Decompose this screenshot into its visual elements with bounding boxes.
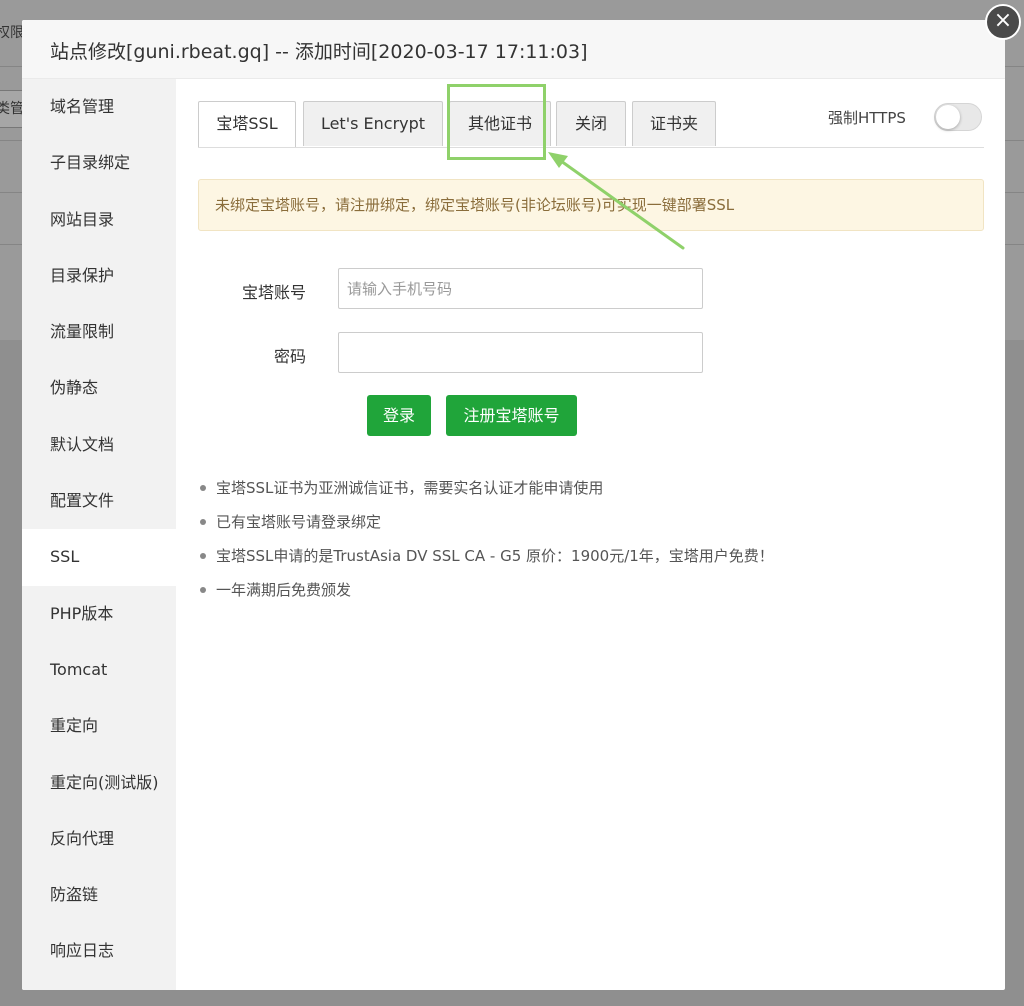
sidebar-item[interactable]: 网站目录	[22, 192, 176, 248]
tab-lets-encrypt[interactable]: Let's Encrypt	[303, 101, 443, 146]
sidebar-item[interactable]: 防盗链	[22, 867, 176, 923]
dialog-header: 站点修改[guni.rbeat.gq] -- 添加时间[2020-03-17 1…	[22, 20, 1005, 79]
background-text: 类管	[0, 101, 24, 117]
list-item: 已有宝塔账号请登录绑定	[198, 505, 978, 539]
sidebar-item[interactable]: SSL	[22, 529, 176, 586]
toggle-knob	[936, 105, 960, 129]
list-item: 宝塔SSL证书为亚洲诚信证书，需要实名认证才能申请使用	[198, 471, 978, 505]
close-icon: ×	[993, 8, 1013, 33]
ssl-info-list: 宝塔SSL证书为亚洲诚信证书，需要实名认证才能申请使用 已有宝塔账号请登录绑定 …	[198, 471, 978, 607]
sidebar-item[interactable]: 流量限制	[22, 304, 176, 360]
list-item: 一年满期后免费颁发	[198, 573, 978, 607]
sidebar-item[interactable]: 域名管理	[22, 79, 176, 135]
site-settings-dialog: 站点修改[guni.rbeat.gq] -- 添加时间[2020-03-17 1…	[22, 20, 1005, 990]
tab-certificate-folder[interactable]: 证书夹	[632, 101, 716, 146]
account-input[interactable]	[338, 268, 703, 309]
register-account-button[interactable]: 注册宝塔账号	[446, 395, 577, 436]
dialog-title: 站点修改[guni.rbeat.gq] -- 添加时间[2020-03-17 1…	[50, 41, 588, 63]
password-input[interactable]	[338, 332, 703, 373]
password-label: 密码	[273, 347, 306, 366]
login-button[interactable]: 登录	[367, 395, 431, 436]
sidebar-item[interactable]: 配置文件	[22, 473, 176, 529]
settings-sidebar: 域名管理 子目录绑定 网站目录 目录保护 流量限制 伪静态 默认文档 配置文件 SSL PHP版本…	[22, 79, 176, 990]
sidebar-item[interactable]: 目录保护	[22, 248, 176, 304]
sidebar-item[interactable]: 子目录绑定	[22, 135, 176, 191]
force-https-label: 强制HTTPS	[828, 109, 906, 127]
sidebar-item[interactable]: 重定向(测试版)	[22, 755, 176, 811]
sidebar-item[interactable]: PHP版本	[22, 586, 176, 642]
unbound-account-notice: 未绑定宝塔账号，请注册绑定，绑定宝塔账号(非论坛账号)可实现一键部署SSL	[198, 179, 984, 231]
tab-other-certificate[interactable]: 其他证书	[449, 101, 551, 146]
close-dialog-button[interactable]: ×	[985, 4, 1021, 40]
sidebar-item[interactable]: 伪静态	[22, 360, 176, 416]
sidebar-item[interactable]: 响应日志	[22, 923, 176, 979]
ssl-panel: 宝塔SSL Let's Encrypt 其他证书 关闭 证书夹 强制HTTPS …	[176, 79, 1005, 990]
list-item: 宝塔SSL申请的是TrustAsia DV SSL CA - G5 原价：190…	[198, 539, 978, 573]
sidebar-item[interactable]: 反向代理	[22, 811, 176, 867]
tab-baota-ssl[interactable]: 宝塔SSL	[198, 101, 296, 147]
background-text: 权限	[0, 25, 24, 41]
sidebar-item[interactable]: 重定向	[22, 698, 176, 754]
force-https-toggle[interactable]	[934, 103, 982, 131]
sidebar-item[interactable]: 默认文档	[22, 417, 176, 473]
tab-close-ssl[interactable]: 关闭	[556, 101, 626, 146]
sidebar-item[interactable]: Tomcat	[22, 642, 176, 698]
account-label: 宝塔账号	[241, 283, 306, 302]
